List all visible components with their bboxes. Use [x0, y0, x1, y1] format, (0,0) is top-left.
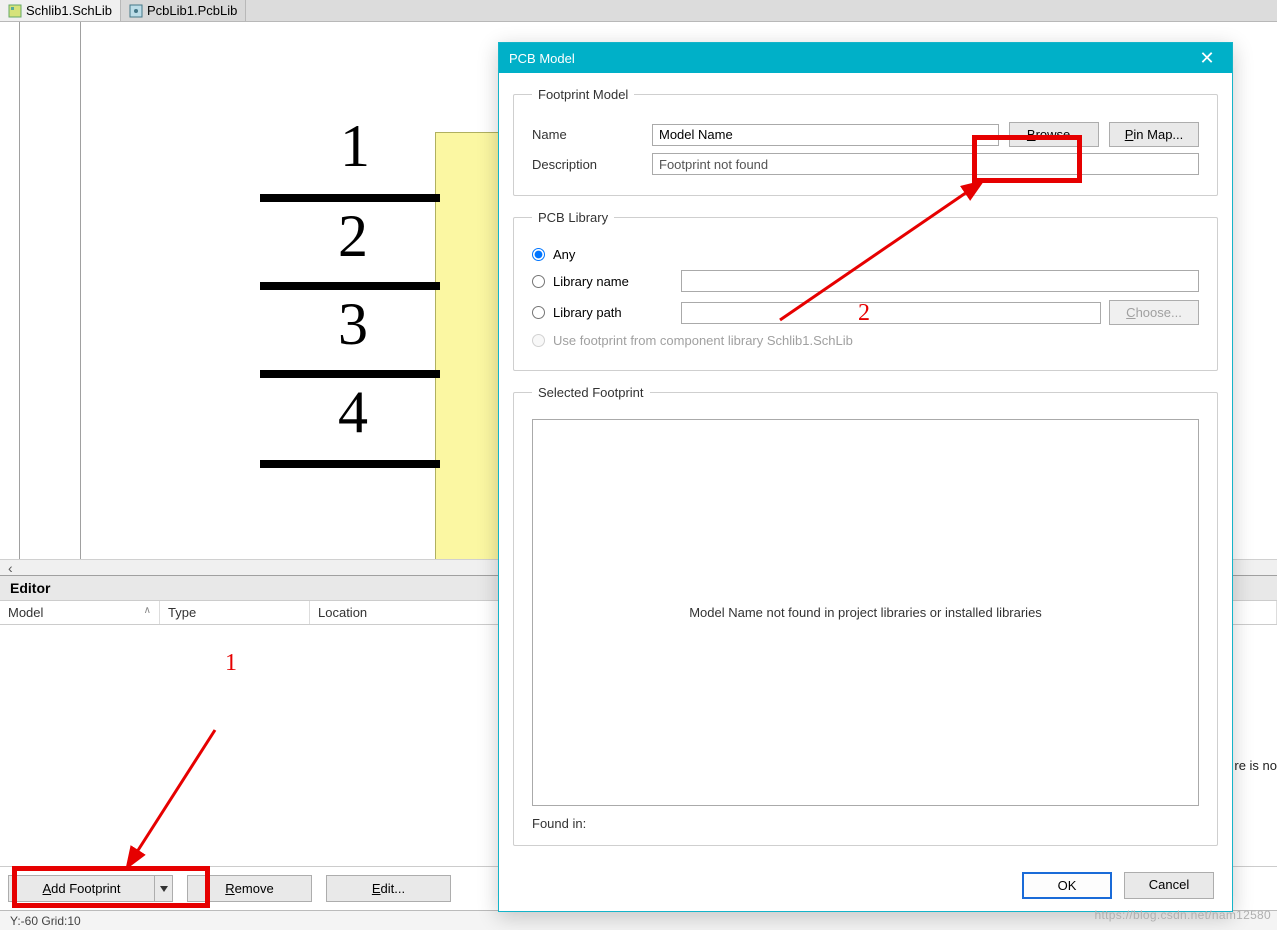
- sort-asc-icon: ∧: [144, 605, 151, 616]
- dialog-title-bar[interactable]: PCB Model ✕: [499, 43, 1232, 73]
- schlib-icon: [8, 4, 22, 18]
- tab-pcblib[interactable]: PcbLib1.PcbLib: [121, 0, 246, 21]
- symbol-drawing: 1 2 3 4: [80, 22, 500, 559]
- tab-label: Schlib1.SchLib: [26, 3, 112, 18]
- pcblib-icon: [129, 4, 143, 18]
- add-footprint-button[interactable]: Add Footprint: [8, 875, 173, 902]
- name-field[interactable]: [652, 124, 999, 146]
- pcb-library-group: PCB Library Any Library name Library pat…: [513, 210, 1218, 371]
- radio-library-path-label: Library path: [553, 305, 673, 320]
- preview-message: Model Name not found in project librarie…: [689, 605, 1042, 620]
- pcb-library-legend: PCB Library: [532, 210, 614, 225]
- radio-library-path[interactable]: [532, 306, 545, 319]
- selected-footprint-group: Selected Footprint Model Name not found …: [513, 385, 1218, 846]
- chevron-down-icon: [160, 885, 168, 893]
- pin-line-1: [260, 194, 440, 202]
- found-in-label: Found in:: [532, 816, 1199, 831]
- status-bar: Y:-60 Grid:10: [0, 910, 1277, 930]
- ruler-left: [0, 22, 20, 559]
- ok-button[interactable]: OK: [1022, 872, 1112, 899]
- description-label: Description: [532, 157, 642, 172]
- edit-button[interactable]: Edit...: [326, 875, 451, 902]
- library-name-field[interactable]: [681, 270, 1199, 292]
- radio-any[interactable]: [532, 248, 545, 261]
- footprint-model-group: Footprint Model Name Browse... Pin Map..…: [513, 87, 1218, 196]
- tab-label: PcbLib1.PcbLib: [147, 3, 237, 18]
- radio-any-label: Any: [553, 247, 673, 262]
- name-label: Name: [532, 127, 642, 142]
- radio-use-from-component-label: Use footprint from component library Sch…: [553, 333, 853, 348]
- column-header-model[interactable]: Model∧: [0, 601, 160, 624]
- radio-use-from-component: [532, 334, 545, 347]
- document-tab-bar: Schlib1.SchLib PcbLib1.PcbLib: [0, 0, 1277, 22]
- annotation-number-1: 1: [225, 650, 237, 677]
- pin-number-2: 2: [338, 202, 368, 271]
- choose-button: Choose...: [1109, 300, 1199, 325]
- close-icon[interactable]: ✕: [1192, 48, 1222, 69]
- footprint-model-legend: Footprint Model: [532, 87, 634, 102]
- component-body: [435, 132, 500, 559]
- pin-number-4: 4: [338, 378, 368, 447]
- pin-line-4: [260, 460, 440, 468]
- column-header-type[interactable]: Type: [160, 601, 310, 624]
- selected-footprint-legend: Selected Footprint: [532, 385, 650, 400]
- pin-number-1: 1: [340, 112, 370, 181]
- footprint-preview: Model Name not found in project librarie…: [532, 419, 1199, 806]
- pin-number-3: 3: [338, 290, 368, 359]
- pin-map-button[interactable]: Pin Map...: [1109, 122, 1199, 147]
- pin-line-3: [260, 370, 440, 378]
- clipped-text-right: re is no: [1230, 758, 1277, 773]
- add-footprint-label: dd Footprint: [51, 881, 120, 896]
- remove-button[interactable]: Remove: [187, 875, 312, 902]
- dialog-footer: OK Cancel: [499, 860, 1232, 911]
- tab-schlib[interactable]: Schlib1.SchLib: [0, 0, 121, 21]
- browse-button[interactable]: Browse...: [1009, 122, 1099, 147]
- radio-library-name-label: Library name: [553, 274, 673, 289]
- pin-line-2: [260, 282, 440, 290]
- add-footprint-dropdown[interactable]: [154, 876, 172, 901]
- description-field[interactable]: [652, 153, 1199, 175]
- pcb-model-dialog: PCB Model ✕ Footprint Model Name Browse.…: [498, 42, 1233, 912]
- radio-library-name[interactable]: [532, 275, 545, 288]
- dialog-title: PCB Model: [509, 51, 575, 66]
- cancel-button[interactable]: Cancel: [1124, 872, 1214, 899]
- library-path-field[interactable]: [681, 302, 1101, 324]
